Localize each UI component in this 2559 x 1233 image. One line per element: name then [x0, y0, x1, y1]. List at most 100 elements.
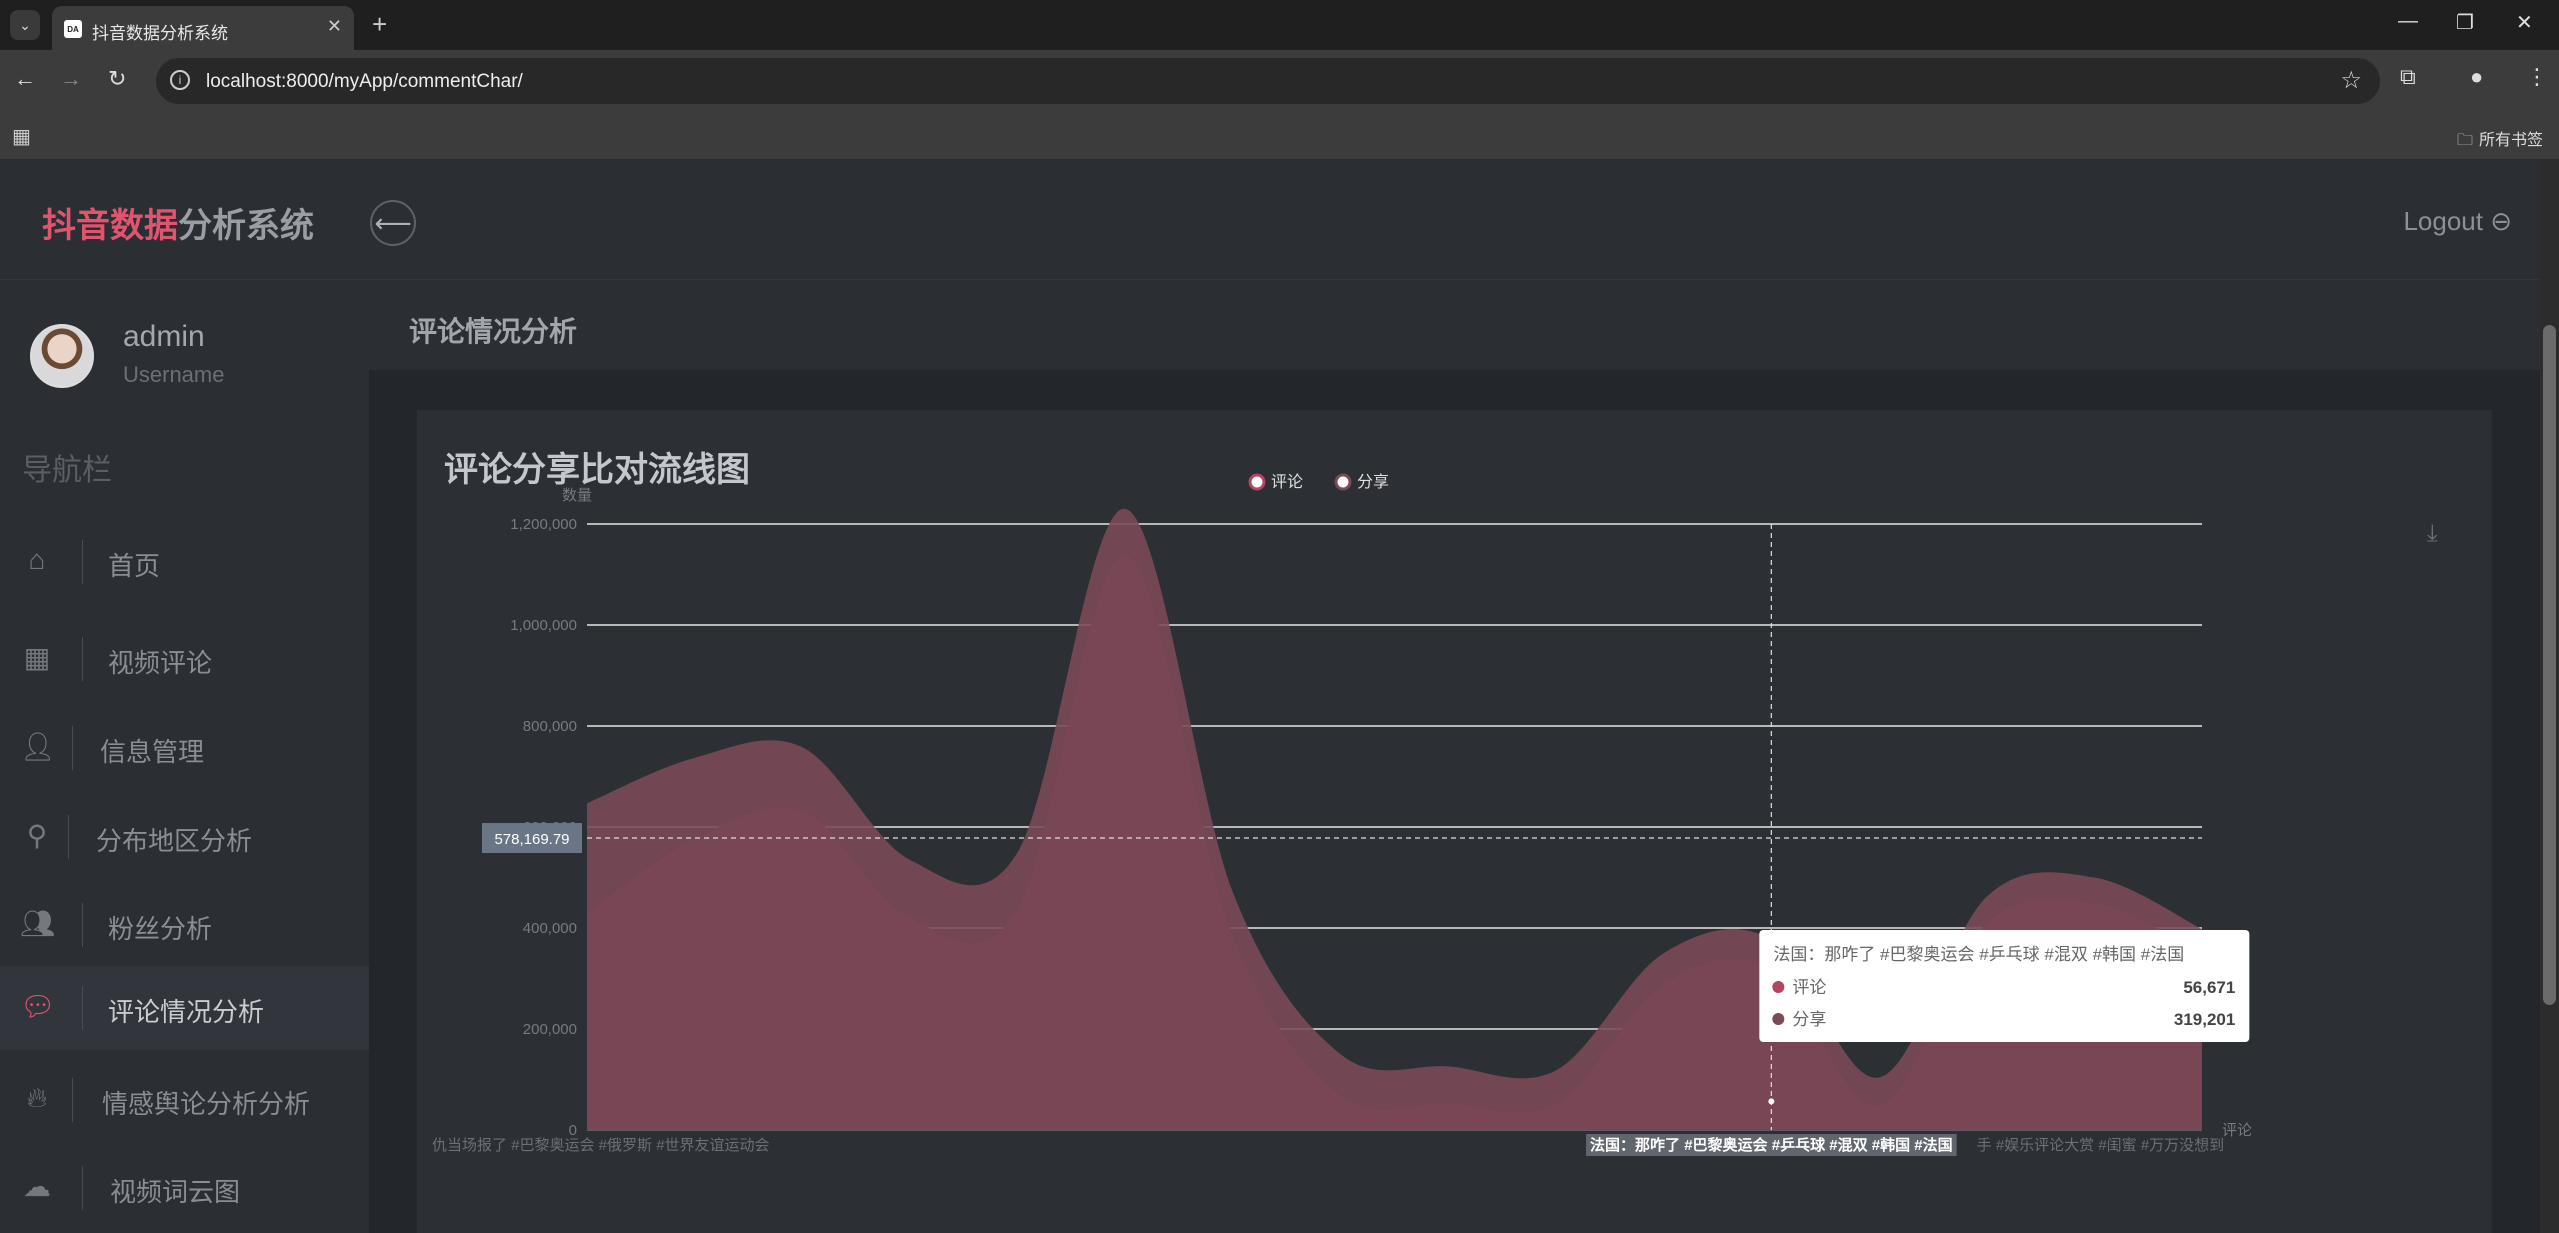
- browser-menu-icon[interactable]: ⋮: [2526, 64, 2548, 90]
- sidebar-item-label: 视频评论: [108, 648, 213, 678]
- sidebar-item-label: 视频词云图: [110, 1177, 241, 1207]
- forward-arrow-icon[interactable]: →: [60, 66, 82, 92]
- sidebar-item-home[interactable]: ⌂ 首页: [0, 520, 369, 604]
- sidebar-item-word-cloud[interactable]: ☁ 视频词云图: [0, 1146, 369, 1230]
- nav-divider: [72, 726, 73, 770]
- legend-marker: [1334, 473, 1352, 491]
- tab-search-button[interactable]: ⌄: [10, 10, 40, 40]
- brand-rest: 分析系统: [178, 207, 314, 245]
- reload-icon[interactable]: ↻: [108, 66, 126, 92]
- apps-grid-icon[interactable]: ▦: [12, 124, 31, 149]
- nav-divider: [82, 540, 83, 584]
- address-url[interactable]: localhost:8000/myApp/commentChar/: [206, 71, 523, 93]
- crosshair-value-label: 578,169.79: [494, 831, 569, 848]
- y-tick-label: 400,000: [523, 920, 577, 937]
- sidebar: admin Username 导航栏 ⌂ 首页 ▦ 视频评论 👤︎ 信息管理 ⚲…: [0, 280, 369, 1233]
- tooltip-series-name: 分享: [1792, 1010, 1826, 1029]
- sidebar-item-label: 分布地区分析: [96, 826, 253, 856]
- nav-divider: [82, 637, 83, 681]
- sidebar-item-info-management[interactable]: 👤︎ 信息管理: [0, 706, 369, 790]
- nav-title: 导航栏: [22, 454, 112, 487]
- brand-highlight: 抖音数据: [42, 207, 178, 245]
- cloud-upload-icon: ☁: [23, 1171, 51, 1202]
- sidebar-item-region-analysis[interactable]: ⚲ 分布地区分析: [0, 795, 369, 879]
- tooltip-series-value: 319,201: [2174, 1010, 2235, 1029]
- nav-divider: [72, 1078, 73, 1122]
- tooltip-series-value: 56,671: [2183, 978, 2235, 997]
- y-axis-title: 数量: [562, 487, 592, 504]
- sidebar-item-label: 粉丝分析: [108, 914, 213, 944]
- user-icon: 👤︎: [20, 731, 56, 762]
- sidebar-item-label: 情感舆论分析分析: [102, 1089, 311, 1119]
- users-icon: 👥︎: [20, 908, 56, 939]
- x-tick-label-highlight: 法国：那咋了 #巴黎奥运会 #乒乓球 #混双 #韩国 #法国: [1590, 1136, 1953, 1154]
- legend-label: 分享: [1357, 473, 1389, 491]
- main-content: 评论情况分析 评论分享比对流线图 ⤓ 0200,000400,000600,00…: [369, 280, 2540, 1233]
- tooltip-title: 法国：那咋了 #巴黎奥运会 #乒乓球 #混双 #韩国 #法国: [1773, 945, 2184, 964]
- user-role: Username: [123, 362, 225, 387]
- browser-toolbar: ← → ↻ i localhost:8000/myApp/commentChar…: [0, 50, 2559, 112]
- tooltip-series-name: 评论: [1792, 978, 1826, 997]
- browser-tab[interactable]: DA 抖音数据分析系统 ✕: [52, 6, 354, 50]
- avatar[interactable]: [30, 324, 94, 388]
- logout-button[interactable]: Logout ⊖: [2403, 206, 2512, 237]
- sidebar-item-fans-analysis[interactable]: 👥︎ 粉丝分析: [0, 883, 369, 967]
- fire-icon: 🔥︎: [26, 1082, 48, 1113]
- user-name: admin: [123, 320, 205, 353]
- profile-icon[interactable]: ●: [2470, 64, 2483, 90]
- crosshair-point: [1768, 1098, 1775, 1105]
- sidebar-item-comment-analysis[interactable]: 💬︎ 评论情况分析: [0, 966, 369, 1050]
- minimize-icon[interactable]: —: [2398, 10, 2418, 33]
- tab-favicon: DA: [64, 20, 82, 38]
- grid-icon: ▦: [23, 642, 51, 673]
- chart-card: 评论分享比对流线图 ⤓ 0200,000400,000600,000800,00…: [417, 410, 2492, 1233]
- tab-title: 抖音数据分析系统: [92, 24, 228, 43]
- series-area-base: [587, 554, 2202, 1130]
- bookmark-star-icon[interactable]: ☆: [2340, 66, 2362, 95]
- restore-icon[interactable]: ❐: [2456, 10, 2474, 35]
- all-bookmarks-button[interactable]: 🗀 所有书签: [2457, 126, 2543, 156]
- site-info-icon[interactable]: i: [170, 70, 190, 90]
- sidebar-item-label: 评论情况分析: [108, 997, 265, 1027]
- x-tick-label: 手 #娱乐评论大赏 #闺蜜 #万万没想到: [1977, 1137, 2225, 1154]
- y-tick-label: 1,200,000: [510, 516, 577, 533]
- page-header: 评论情况分析: [369, 280, 2540, 370]
- tab-close-icon[interactable]: ✕: [327, 16, 342, 37]
- y-tick-label: 200,000: [523, 1021, 577, 1038]
- map-pin-icon: ⚲: [26, 820, 48, 851]
- comment-icon: 💬︎: [20, 991, 56, 1022]
- page-scrollbar[interactable]: [2540, 160, 2559, 1233]
- logout-icon: ⊖: [2490, 206, 2512, 236]
- arrow-left-icon: ⟵: [374, 207, 412, 238]
- nav-divider: [82, 986, 83, 1030]
- sidebar-toggle-button[interactable]: ⟵: [370, 200, 416, 246]
- bookmarks-bar: ▦ 🗀 所有书签: [0, 112, 2559, 160]
- stacked-area-chart[interactable]: 0200,000400,000600,000800,0001,000,0001,…: [417, 410, 2492, 1233]
- x-tick-label: 仇当场报了 #巴黎奥运会 #俄罗斯 #世界友谊运动会: [432, 1137, 770, 1154]
- app-root: 抖音数据分析系统 ⟵ Logout ⊖ admin Username 导航栏 ⌂…: [0, 160, 2540, 1233]
- sidebar-item-label: 首页: [108, 551, 161, 581]
- window-close-icon[interactable]: ✕: [2516, 10, 2533, 35]
- logout-label: Logout: [2403, 206, 2483, 236]
- address-bar[interactable]: i localhost:8000/myApp/commentChar/ ☆: [156, 58, 2380, 104]
- sidebar-item-sentiment-analysis[interactable]: 🔥︎ 情感舆论分析分析: [0, 1058, 369, 1142]
- app-header: 抖音数据分析系统 ⟵ Logout ⊖: [0, 160, 2540, 280]
- all-bookmarks-label: 所有书签: [2478, 132, 2543, 149]
- folder-icon: 🗀: [2456, 132, 2473, 149]
- legend-marker: [1248, 473, 1266, 491]
- y-tick-label: 800,000: [523, 718, 577, 735]
- brand-logo[interactable]: 抖音数据分析系统: [42, 198, 314, 247]
- home-icon: ⌂: [28, 544, 46, 575]
- nav-divider: [82, 1166, 83, 1210]
- legend-label: 评论: [1271, 473, 1303, 491]
- tooltip-marker: [1772, 981, 1785, 993]
- page-title: 评论情况分析: [409, 316, 578, 347]
- back-arrow-icon[interactable]: ←: [14, 66, 36, 92]
- y-tick-label: 1,000,000: [510, 617, 577, 634]
- new-tab-button[interactable]: +: [372, 10, 387, 38]
- scrollbar-thumb[interactable]: [2543, 325, 2556, 1005]
- sidebar-item-label: 信息管理: [100, 737, 205, 767]
- sidebar-item-video-comments[interactable]: ▦ 视频评论: [0, 617, 369, 701]
- extensions-icon[interactable]: ⧉: [2400, 64, 2416, 90]
- tooltip-marker: [1772, 1013, 1785, 1025]
